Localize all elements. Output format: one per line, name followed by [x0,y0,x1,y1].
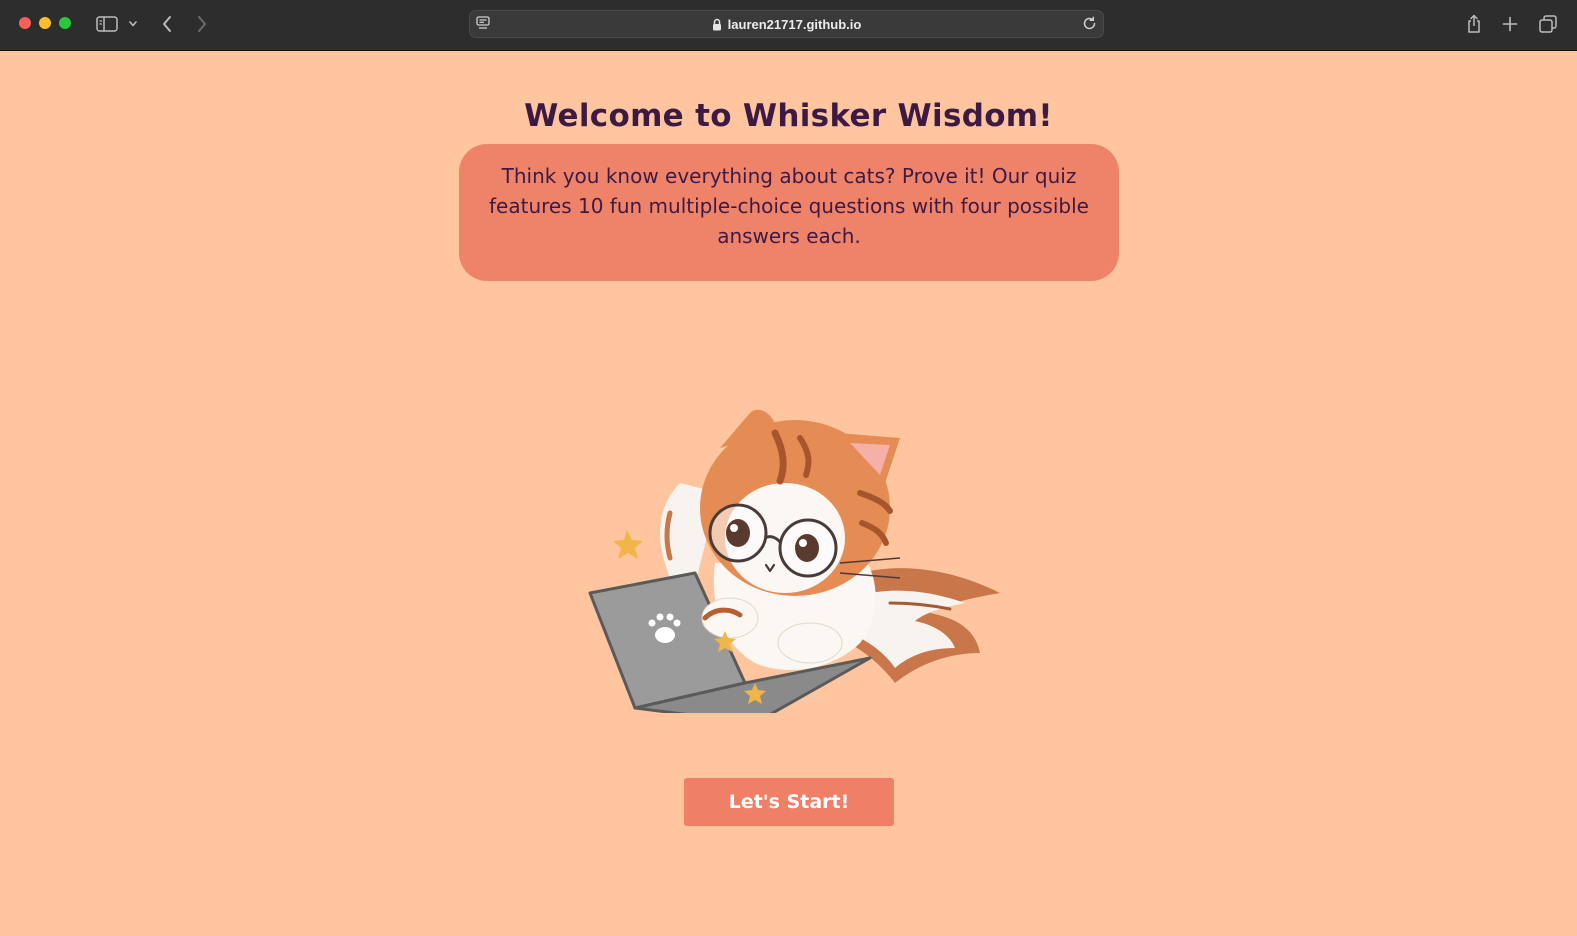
plus-icon[interactable] [1500,12,1520,36]
close-window-button[interactable] [19,17,31,29]
share-icon[interactable] [1464,12,1484,36]
url-text[interactable]: lauren21717.github.io [728,17,862,32]
intro-text: Think you know everything about cats? Pr… [489,164,1089,248]
lock-icon [712,18,722,31]
chevron-down-icon[interactable] [126,12,140,36]
minimize-window-button[interactable] [39,17,51,29]
back-arrow-icon[interactable] [158,12,176,36]
cat-illustration [588,409,1000,713]
browser-toolbar: lauren21717.github.io [0,0,1577,51]
zoom-window-button[interactable] [59,17,71,29]
start-quiz-button[interactable]: Let's Start! [684,778,894,826]
forward-arrow-icon[interactable] [193,12,211,36]
page-content: Welcome to Whisker Wisdom! Think you kno… [0,51,1577,936]
page-title: Welcome to Whisker Wisdom! [524,98,1053,134]
intro-box: Think you know everything about cats? Pr… [459,144,1119,281]
address-bar[interactable]: lauren21717.github.io [469,10,1104,38]
reload-icon[interactable] [1082,16,1097,35]
sidebar-icon[interactable] [94,12,120,36]
tab-overview-icon[interactable] [1537,12,1559,36]
